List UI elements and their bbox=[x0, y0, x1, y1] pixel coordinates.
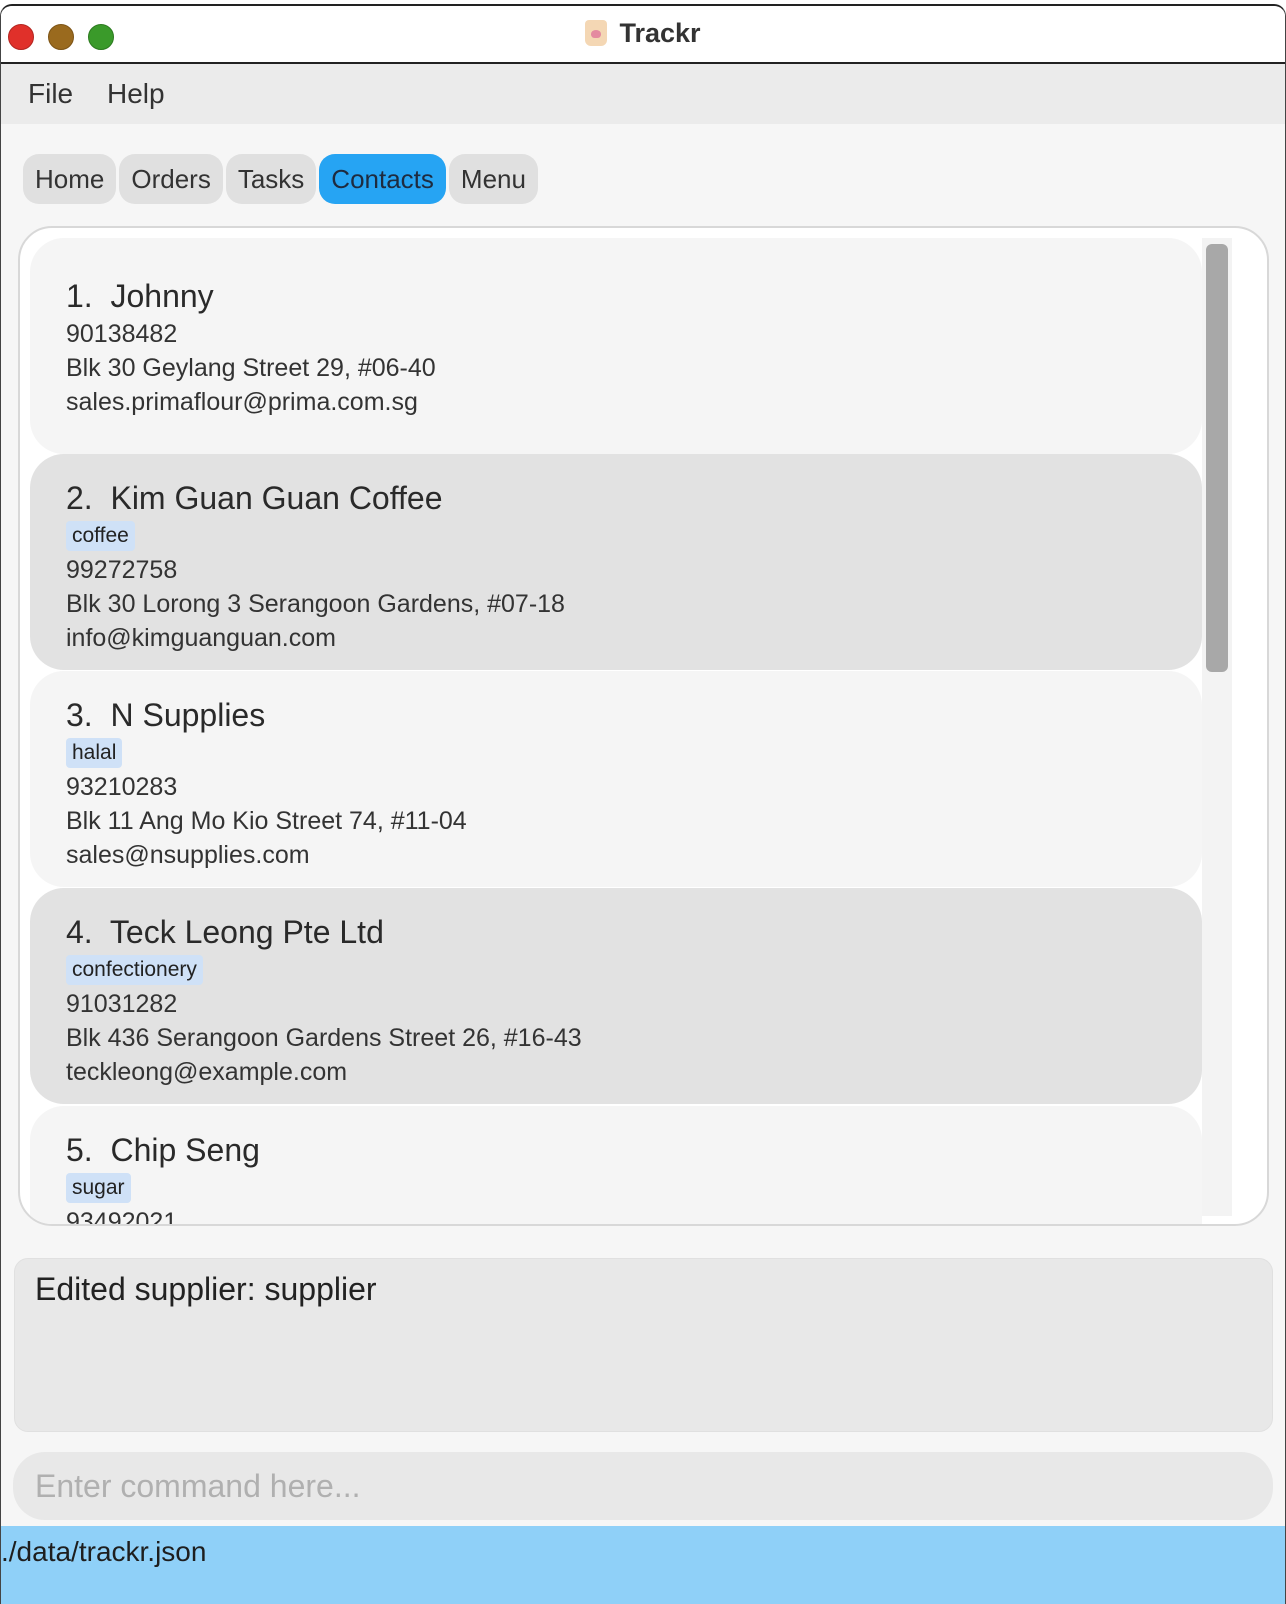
contact-index: 2. bbox=[66, 480, 93, 516]
contact-phone: 99272758 bbox=[66, 556, 178, 584]
contact-phone: 91031282 bbox=[66, 990, 178, 1018]
contact-index: 4. bbox=[66, 914, 93, 950]
contact-card[interactable]: 3. N Supplies halal 93210283 Blk 11 Ang … bbox=[30, 671, 1202, 887]
tab-home[interactable]: Home bbox=[23, 154, 117, 204]
window-title-area: Trackr bbox=[1, 18, 1285, 49]
result-text: Edited supplier: supplier bbox=[35, 1271, 377, 1307]
command-input[interactable] bbox=[13, 1452, 1273, 1520]
contact-index: 1. bbox=[66, 278, 93, 314]
tab-contacts[interactable]: Contacts bbox=[319, 154, 446, 204]
contact-address: Blk 11 Ang Mo Kio Street 74, #11-04 bbox=[66, 807, 467, 835]
contact-index: 5. bbox=[66, 1132, 93, 1168]
menu-help[interactable]: Help bbox=[107, 78, 165, 110]
contact-card[interactable]: 2. Kim Guan Guan Coffee coffee 99272758 … bbox=[30, 454, 1202, 670]
contact-phone: 93210283 bbox=[66, 773, 178, 801]
menu-bar: File Help bbox=[1, 64, 1285, 124]
contact-email: teckleong@example.com bbox=[66, 1058, 348, 1086]
contact-name: N Supplies bbox=[110, 697, 266, 733]
window-title: Trackr bbox=[619, 18, 701, 48]
contact-index: 3. bbox=[66, 697, 93, 733]
scrollbar-thumb[interactable] bbox=[1206, 244, 1228, 672]
contact-title: 3. N Supplies bbox=[66, 697, 1166, 734]
contact-title: 1. Johnny bbox=[66, 278, 1166, 315]
contact-address: Blk 30 Geylang Street 29, #06-40 bbox=[66, 354, 436, 382]
contact-title: 5. Chip Seng bbox=[66, 1132, 1166, 1169]
contact-name: Chip Seng bbox=[110, 1132, 260, 1168]
contact-name: Teck Leong Pte Ltd bbox=[109, 914, 384, 950]
contact-card[interactable]: 1. Johnny 90138482 Blk 30 Geylang Street… bbox=[30, 238, 1202, 454]
contact-address: Blk 436 Serangoon Gardens Street 26, #16… bbox=[66, 1024, 582, 1052]
tab-bar: Home Orders Tasks Contacts Menu bbox=[23, 154, 538, 206]
contacts-list[interactable]: 1. Johnny 90138482 Blk 30 Geylang Street… bbox=[18, 226, 1269, 1226]
app-window: Trackr File Help Home Orders Tasks Conta… bbox=[0, 4, 1286, 1604]
contact-card[interactable]: 4. Teck Leong Pte Ltd confectionery 9103… bbox=[30, 888, 1202, 1104]
status-bar: ./data/trackr.json bbox=[1, 1526, 1285, 1604]
contact-address: Blk 30 Lorong 3 Serangoon Gardens, #07-1… bbox=[66, 590, 565, 618]
tab-tasks[interactable]: Tasks bbox=[225, 154, 317, 204]
title-bar: Trackr bbox=[1, 6, 1285, 64]
contact-card[interactable]: 5. Chip Seng sugar 93492021 bbox=[30, 1106, 1202, 1226]
contact-phone: 93492021 bbox=[66, 1208, 178, 1226]
contact-title: 4. Teck Leong Pte Ltd bbox=[66, 914, 1166, 951]
contact-tag: confectionery bbox=[66, 955, 203, 985]
contact-tag: halal bbox=[66, 738, 123, 768]
tab-menu[interactable]: Menu bbox=[448, 154, 538, 204]
contact-name: Kim Guan Guan Coffee bbox=[110, 480, 443, 516]
menu-file[interactable]: File bbox=[28, 78, 73, 110]
result-display: Edited supplier: supplier bbox=[14, 1258, 1273, 1432]
data-file-path: ./data/trackr.json bbox=[1, 1536, 207, 1567]
contact-tag: sugar bbox=[66, 1173, 131, 1203]
contact-tag: coffee bbox=[66, 521, 135, 551]
contact-title: 2. Kim Guan Guan Coffee bbox=[66, 480, 1166, 517]
tab-orders[interactable]: Orders bbox=[119, 154, 223, 204]
app-bag-icon bbox=[585, 20, 608, 46]
contact-name: Johnny bbox=[110, 278, 214, 314]
contact-email: sales.primaflour@prima.com.sg bbox=[66, 388, 418, 416]
contact-email: info@kimguanguan.com bbox=[66, 624, 336, 652]
contact-email: sales@nsupplies.com bbox=[66, 841, 310, 869]
contact-phone: 90138482 bbox=[66, 320, 178, 348]
